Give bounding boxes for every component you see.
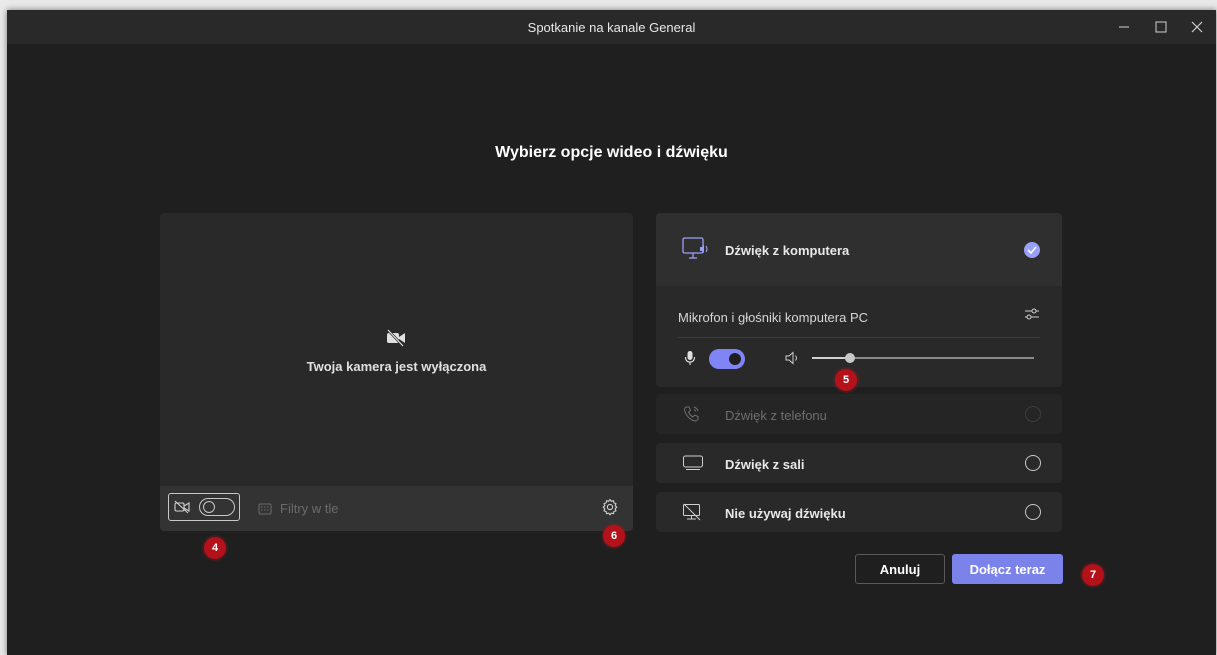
background-filters-button[interactable]: Filtry w tle [258,501,339,516]
title-bar: Spotkanie na kanale General [7,10,1216,44]
camera-off-small-icon [174,500,190,514]
annotation-badge-5: 5 [835,369,857,391]
camera-switch-knob [203,501,215,513]
selected-check-icon[interactable] [1024,242,1040,258]
video-controls-bar: Filtry w tle [160,486,633,531]
audio-option-computer-header[interactable] [656,213,1062,286]
audio-option-radio[interactable] [1025,455,1041,471]
background-filters-icon [258,503,272,514]
page-heading: Wybierz opcje wideo i dźwięku [495,144,728,161]
maximize-button[interactable] [1143,10,1179,44]
speaker-volume-thumb[interactable] [844,353,855,363]
audio-option-label: Nie używaj dźwięku [725,506,846,521]
speaker-icon [785,351,797,365]
room-audio-icon [683,455,703,470]
close-icon [1191,21,1203,33]
microphone-toggle[interactable] [709,349,745,369]
sliders-icon [1025,308,1039,320]
computer-audio-icon [682,237,708,259]
audio-divider [678,337,1040,338]
minimize-icon [1119,26,1129,28]
cancel-button[interactable]: Anuluj [855,554,945,584]
no-audio-icon [683,503,701,521]
phone-icon [683,406,699,422]
camera-off-icon [387,329,405,347]
join-now-button[interactable]: Dołącz teraz [952,554,1063,584]
close-button[interactable] [1179,10,1215,44]
minimize-button[interactable] [1106,10,1142,44]
video-preview-panel: Twoja kamera jest wyłączona Filtry w tle [160,213,633,531]
audio-option-phone: Dźwięk z telefonu [656,394,1062,434]
audio-option-none[interactable]: Nie używaj dźwięku [656,492,1062,532]
audio-option-room[interactable]: Dźwięk z sali [656,443,1062,483]
camera-toggle[interactable] [168,493,240,521]
meeting-window: Spotkanie na kanale General Wybierz opcj… [7,10,1216,655]
annotation-badge-6: 6 [603,525,625,547]
background-filters-label: Filtry w tle [280,501,339,516]
microphone-toggle-knob [729,353,741,365]
audio-option-radio[interactable] [1025,504,1041,520]
annotation-badge-4: 4 [204,537,226,559]
speaker-volume-slider[interactable] [812,353,1034,363]
audio-option-label: Dźwięk z komputera [725,243,850,258]
gear-icon [602,498,618,516]
audio-device-label: Mikrofon i głośniki komputera PC [678,310,869,325]
audio-option-radio [1025,406,1041,422]
audio-option-label: Dźwięk z sali [725,457,805,472]
window-title: Spotkanie na kanale General [527,20,696,35]
camera-switch[interactable] [199,498,235,516]
annotation-badge-7: 7 [1082,564,1104,586]
audio-option-computer[interactable]: Dźwięk z komputera Mikrofon i głośniki k… [656,213,1062,387]
audio-device-settings-button[interactable] [1024,306,1040,327]
microphone-icon [684,351,696,365]
camera-off-message: Twoja kamera jest wyłączona [306,359,487,374]
device-settings-button[interactable] [601,498,619,521]
maximize-icon [1155,21,1167,33]
audio-option-label: Dźwięk z telefonu [725,408,827,423]
